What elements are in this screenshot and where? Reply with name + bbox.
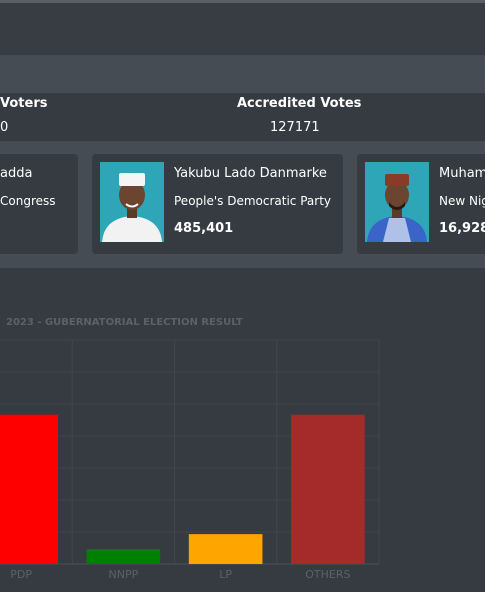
accredited-votes-value: 127171 (270, 120, 320, 135)
candidate-card[interactable]: adda Congress (0, 154, 78, 254)
candidate-votes: 485,401 (174, 221, 234, 236)
election-result-chart-panel: 2023 - GUBERNATORIAL ELECTION RESULT PDP… (0, 268, 485, 592)
election-result-chart: PDP NNPP LP OTHERS (0, 339, 380, 581)
section-header-band (0, 55, 485, 93)
candidate-cards: adda Congress Yakubu Lado Danmarke Peopl… (0, 141, 485, 268)
candidate-party: Congress (0, 194, 56, 208)
candidate-party: People's Democratic Party (174, 194, 332, 208)
candidate-name: Yakubu Lado Danmarke (174, 166, 327, 181)
registered-voters-label: Voters (0, 96, 48, 111)
x-tick-label: NNPP (109, 568, 139, 581)
candidate-photo (365, 162, 429, 242)
x-tick-label: OTHERS (305, 568, 350, 581)
bar-others (291, 414, 365, 564)
vote-stats-row: Voters 0 Accredited Votes 127171 (0, 93, 485, 141)
registered-voters-value: 0 (0, 120, 9, 135)
accredited-votes-label: Accredited Votes (237, 96, 362, 111)
candidate-name: Muham (439, 166, 485, 181)
x-tick-label: LP (219, 568, 232, 581)
bar-lp (188, 534, 263, 564)
candidate-name: adda (0, 166, 33, 181)
candidate-votes: 16,928 (439, 221, 485, 236)
candidate-card[interactable]: Muham New Nig 16,928 (357, 154, 485, 254)
bar-pdp (0, 414, 58, 564)
candidate-party: New Nig (439, 194, 485, 208)
candidate-card[interactable]: Yakubu Lado Danmarke People's Democratic… (92, 154, 343, 254)
x-tick-label: PDP (10, 568, 32, 581)
page-header (0, 3, 485, 55)
candidate-photo (100, 162, 164, 242)
bar-nnpp (86, 549, 161, 564)
